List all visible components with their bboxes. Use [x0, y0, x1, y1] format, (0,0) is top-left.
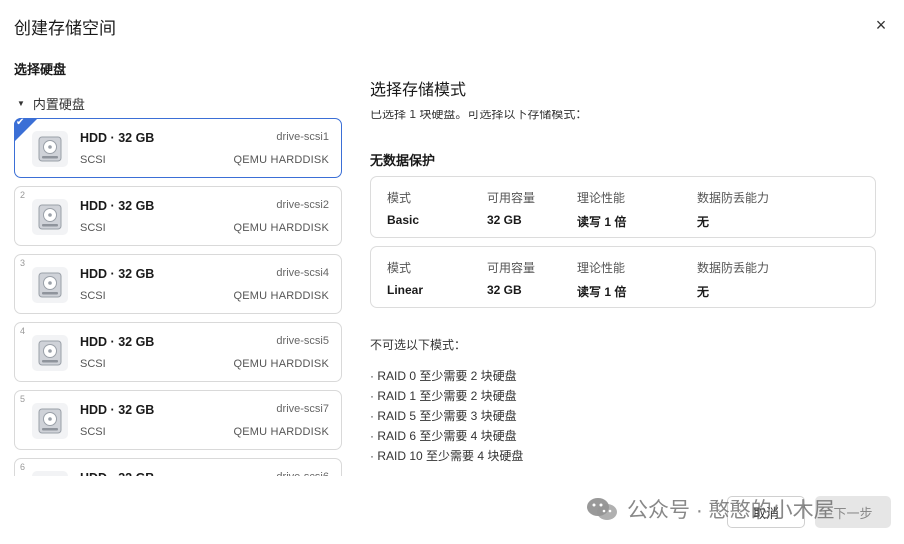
wechat-icon — [585, 496, 619, 522]
mode-card-basic[interactable]: 模式 可用容量 理论性能 数据防丢能力 Basic 32 GB 读写 1 倍 无 — [370, 176, 876, 238]
mode-header: 模式 — [387, 261, 412, 275]
hard-disk-icon — [32, 199, 68, 235]
capacity-header: 可用容量 — [487, 191, 536, 205]
disk-name: HDD · 32 GB — [80, 471, 154, 476]
disk-name: HDD · 32 GB — [80, 335, 155, 349]
create-storage-dialog: 创建存储空间 × 选择硬盘 ▼ 内置硬盘 ✔ HDD · 32 GB SCSI … — [0, 0, 904, 544]
disk-model: QEMU HARDDISK — [233, 154, 329, 166]
no-protection-section-title: 无数据保护 — [370, 153, 436, 168]
protection-header: 数据防丢能力 — [697, 191, 770, 205]
hard-disk-icon — [32, 403, 68, 439]
disk-device: drive-scsi5 — [276, 335, 329, 347]
performance-value: 读写 1 倍 — [577, 285, 627, 299]
hard-disk-icon — [32, 131, 68, 167]
unavailable-modes-list: · RAID 0 至少需要 2 块硬盘 · RAID 1 至少需要 2 块硬盘 · … — [370, 366, 523, 466]
disk-model: QEMU HARDDISK — [233, 358, 329, 370]
performance-header: 理论性能 — [577, 191, 626, 205]
disk-card[interactable]: ✔ HDD · 32 GB SCSI drive-scsi1 QEMU HARD… — [14, 118, 342, 178]
disk-bus: SCSI — [80, 426, 106, 438]
protection-header: 数据防丢能力 — [697, 261, 770, 275]
unavailable-mode-item: · RAID 10 至少需要 4 块硬盘 — [370, 449, 524, 463]
disk-bus: SCSI — [80, 290, 106, 302]
disk-device: drive-scsi2 — [276, 199, 329, 211]
capacity-header: 可用容量 — [487, 261, 536, 275]
disk-model: QEMU HARDDISK — [233, 290, 329, 302]
selection-info-text: 已选择 1 块硬盘。可选择以下存储模式： — [370, 110, 588, 121]
watermark-text: 公众号 · 憨憨的小木屋 — [627, 499, 835, 522]
disk-bus: SCSI — [80, 222, 106, 234]
disk-card[interactable]: 6 HDD · 32 GB drive-scsi6 — [14, 458, 342, 476]
disk-device: drive-scsi1 — [276, 131, 329, 143]
disk-card[interactable]: 5 HDD · 32 GB SCSI drive-scsi7 QEMU HARD… — [14, 390, 342, 450]
disk-number: 4 — [20, 326, 26, 336]
disk-device: drive-scsi4 — [276, 267, 329, 279]
capacity-value: 32 GB — [487, 283, 522, 297]
disk-device: drive-scsi6 — [276, 471, 329, 476]
disk-group-toggle[interactable]: ▼ 内置硬盘 — [17, 94, 85, 113]
close-icon[interactable]: × — [872, 16, 890, 34]
hard-disk-icon — [32, 471, 68, 476]
protection-value: 无 — [697, 215, 710, 229]
unavailable-mode-item: · RAID 1 至少需要 2 块硬盘 — [370, 389, 517, 403]
disk-number: 6 — [20, 462, 26, 472]
hard-disk-icon — [32, 267, 68, 303]
disk-card[interactable]: 4 HDD · 32 GB SCSI drive-scsi5 QEMU HARD… — [14, 322, 342, 382]
unavailable-modes-title: 不可选以下模式： — [370, 338, 467, 352]
capacity-value: 32 GB — [487, 213, 522, 227]
watermark: 公众号 · 憨憨的小木屋 — [585, 494, 835, 524]
disk-model: QEMU HARDDISK — [233, 222, 329, 234]
disk-number: 2 — [20, 190, 26, 200]
disk-card[interactable]: 2 HDD · 32 GB SCSI drive-scsi2 QEMU HARD… — [14, 186, 342, 246]
mode-value: Linear — [387, 283, 424, 297]
disk-card[interactable]: 3 HDD · 32 GB SCSI drive-scsi4 QEMU HARD… — [14, 254, 342, 314]
disk-name: HDD · 32 GB — [80, 403, 155, 417]
mode-card-linear[interactable]: 模式 可用容量 理论性能 数据防丢能力 Linear 32 GB 读写 1 倍 … — [370, 246, 876, 308]
performance-value: 读写 1 倍 — [577, 215, 627, 229]
disk-bus: SCSI — [80, 154, 106, 166]
select-mode-heading: 选择存储模式 — [370, 82, 467, 99]
unavailable-mode-item: · RAID 5 至少需要 3 块硬盘 — [370, 409, 517, 423]
disk-bus: SCSI — [80, 358, 106, 370]
disk-name: HDD · 32 GB — [80, 199, 155, 213]
hard-disk-icon — [32, 335, 68, 371]
disk-name: HDD · 32 GB — [80, 131, 155, 145]
disk-number: 3 — [20, 258, 26, 268]
performance-header: 理论性能 — [577, 261, 626, 275]
disk-model: QEMU HARDDISK — [233, 426, 329, 438]
disk-number: 5 — [20, 394, 26, 404]
disk-name: HDD · 32 GB — [80, 267, 155, 281]
disk-device: drive-scsi7 — [276, 403, 329, 415]
protection-value: 无 — [697, 285, 710, 299]
disk-list[interactable]: ✔ HDD · 32 GB SCSI drive-scsi1 QEMU HARD… — [14, 118, 342, 476]
unavailable-mode-item: · RAID 6 至少需要 4 块硬盘 — [370, 429, 517, 443]
disk-group-label: 内置硬盘 — [32, 97, 85, 112]
select-disk-heading: 选择硬盘 — [14, 62, 67, 77]
caret-down-icon: ▼ — [17, 99, 25, 108]
mode-value: Basic — [387, 213, 420, 227]
selection-info: 已选择 1 块硬盘。可选择以下存储模式： — [370, 110, 870, 126]
unavailable-mode-item: · RAID 0 至少需要 2 块硬盘 — [370, 369, 517, 383]
dialog-title: 创建存储空间 — [14, 19, 116, 38]
mode-header: 模式 — [387, 191, 412, 205]
